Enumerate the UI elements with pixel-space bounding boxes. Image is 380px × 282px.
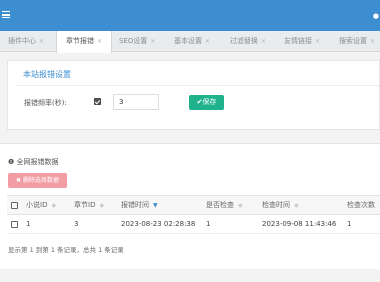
sort-icon: ◆ bbox=[238, 202, 243, 209]
close-icon[interactable]: ✕ bbox=[39, 38, 44, 45]
tab-basic-settings[interactable]: 基本设置 ✕ bbox=[174, 31, 210, 52]
close-icon[interactable]: ✕ bbox=[370, 38, 375, 45]
cell-novel-id: 1 bbox=[26, 214, 74, 234]
close-icon[interactable]: ✕ bbox=[97, 38, 102, 45]
close-icon[interactable]: ✕ bbox=[205, 38, 210, 45]
divider bbox=[16, 85, 379, 86]
col-error-time[interactable]: 报错时间 ▼ bbox=[121, 195, 206, 215]
sort-icon: ◆ bbox=[294, 202, 299, 209]
tab-seo-settings[interactable]: SEO设置 ✕ bbox=[119, 31, 155, 52]
delete-selected-button[interactable]: ✖ 删除选择数据 bbox=[8, 173, 67, 188]
tab-filter-replace[interactable]: 过滤替换 ✕ bbox=[230, 31, 266, 52]
frequency-input[interactable]: 3 bbox=[113, 94, 159, 110]
top-bar: ● bbox=[0, 0, 380, 31]
select-all-header bbox=[7, 195, 26, 215]
col-check-count[interactable]: 检查次数 bbox=[347, 195, 380, 215]
close-icon[interactable]: ✕ bbox=[261, 38, 266, 45]
error-data-panel: ❶ 全网报错数据 ✖ 删除选择数据 小说ID ◆ 章节ID ◆ 报错时间 ▼ 是否检查… bbox=[0, 143, 380, 269]
sort-icon: ◆ bbox=[99, 202, 105, 209]
cell-checked: 1 bbox=[206, 214, 262, 234]
sort-icon: ◆ bbox=[51, 202, 57, 209]
row-checkbox[interactable] bbox=[11, 220, 18, 228]
panel-title: 本站报错设置 bbox=[23, 70, 71, 79]
select-all-checkbox[interactable] bbox=[11, 201, 18, 209]
tab-search-settings[interactable]: 搜索设置 ✕ bbox=[339, 31, 375, 52]
error-settings-panel: 本站报错设置 报错频率(秒): 3 ✔保存 bbox=[7, 60, 380, 130]
col-chapter-id[interactable]: 章节ID ◆ bbox=[74, 195, 121, 215]
sort-desc-icon: ▼ bbox=[153, 202, 158, 209]
section-title: ❶ 全网报错数据 bbox=[8, 158, 59, 166]
info-icon: ❶ bbox=[8, 158, 15, 166]
frequency-label: 报错频率(秒): bbox=[24, 99, 67, 107]
row-select-cell bbox=[7, 214, 26, 234]
close-icon[interactable]: ✕ bbox=[315, 38, 320, 45]
cell-check-time: 2023-09-08 11:43:46 bbox=[262, 214, 347, 234]
table-header-row: 小说ID ◆ 章节ID ◆ 报错时间 ▼ 是否检查 ◆ 检查时间 ◆ 检查次数 bbox=[7, 195, 380, 215]
cell-chapter-id: 3 bbox=[74, 214, 121, 234]
close-icon[interactable]: ✕ bbox=[150, 38, 155, 45]
tab-chapter-error[interactable]: 章节报错 ✕ bbox=[56, 31, 113, 53]
col-check-time[interactable]: 检查时间 ◆ bbox=[262, 195, 347, 215]
cell-error-time: 2023-08-23 02:28:38 bbox=[121, 214, 206, 234]
table-row: 1 3 2023-08-23 02:28:38 1 2023-09-08 11:… bbox=[7, 214, 380, 234]
cell-check-count: 1 bbox=[347, 214, 380, 234]
menu-icon[interactable] bbox=[2, 11, 10, 18]
error-table: 小说ID ◆ 章节ID ◆ 报错时间 ▼ 是否检查 ◆ 检查时间 ◆ 检查次数 1 3 2… bbox=[7, 195, 380, 234]
col-novel-id[interactable]: 小说ID ◆ bbox=[26, 195, 74, 215]
pagination-info: 显示第 1 到第 1 条记录，总共 1 条记录 bbox=[8, 246, 124, 254]
user-icon[interactable]: ● bbox=[373, 12, 379, 20]
tab-friend-links[interactable]: 友情链接 ✕ bbox=[284, 31, 320, 52]
tab-plugin-center[interactable]: 插件中心 ✕ bbox=[8, 31, 44, 52]
col-checked[interactable]: 是否检查 ◆ bbox=[206, 195, 262, 215]
frequency-checkbox[interactable] bbox=[94, 98, 101, 105]
tab-bar: 插件中心 ✕ 章节报错 ✕ SEO设置 ✕ 基本设置 ✕ 过滤替换 ✕ 友情链接 ✕ 搜索设… bbox=[0, 31, 380, 53]
save-button[interactable]: ✔保存 bbox=[189, 95, 224, 110]
